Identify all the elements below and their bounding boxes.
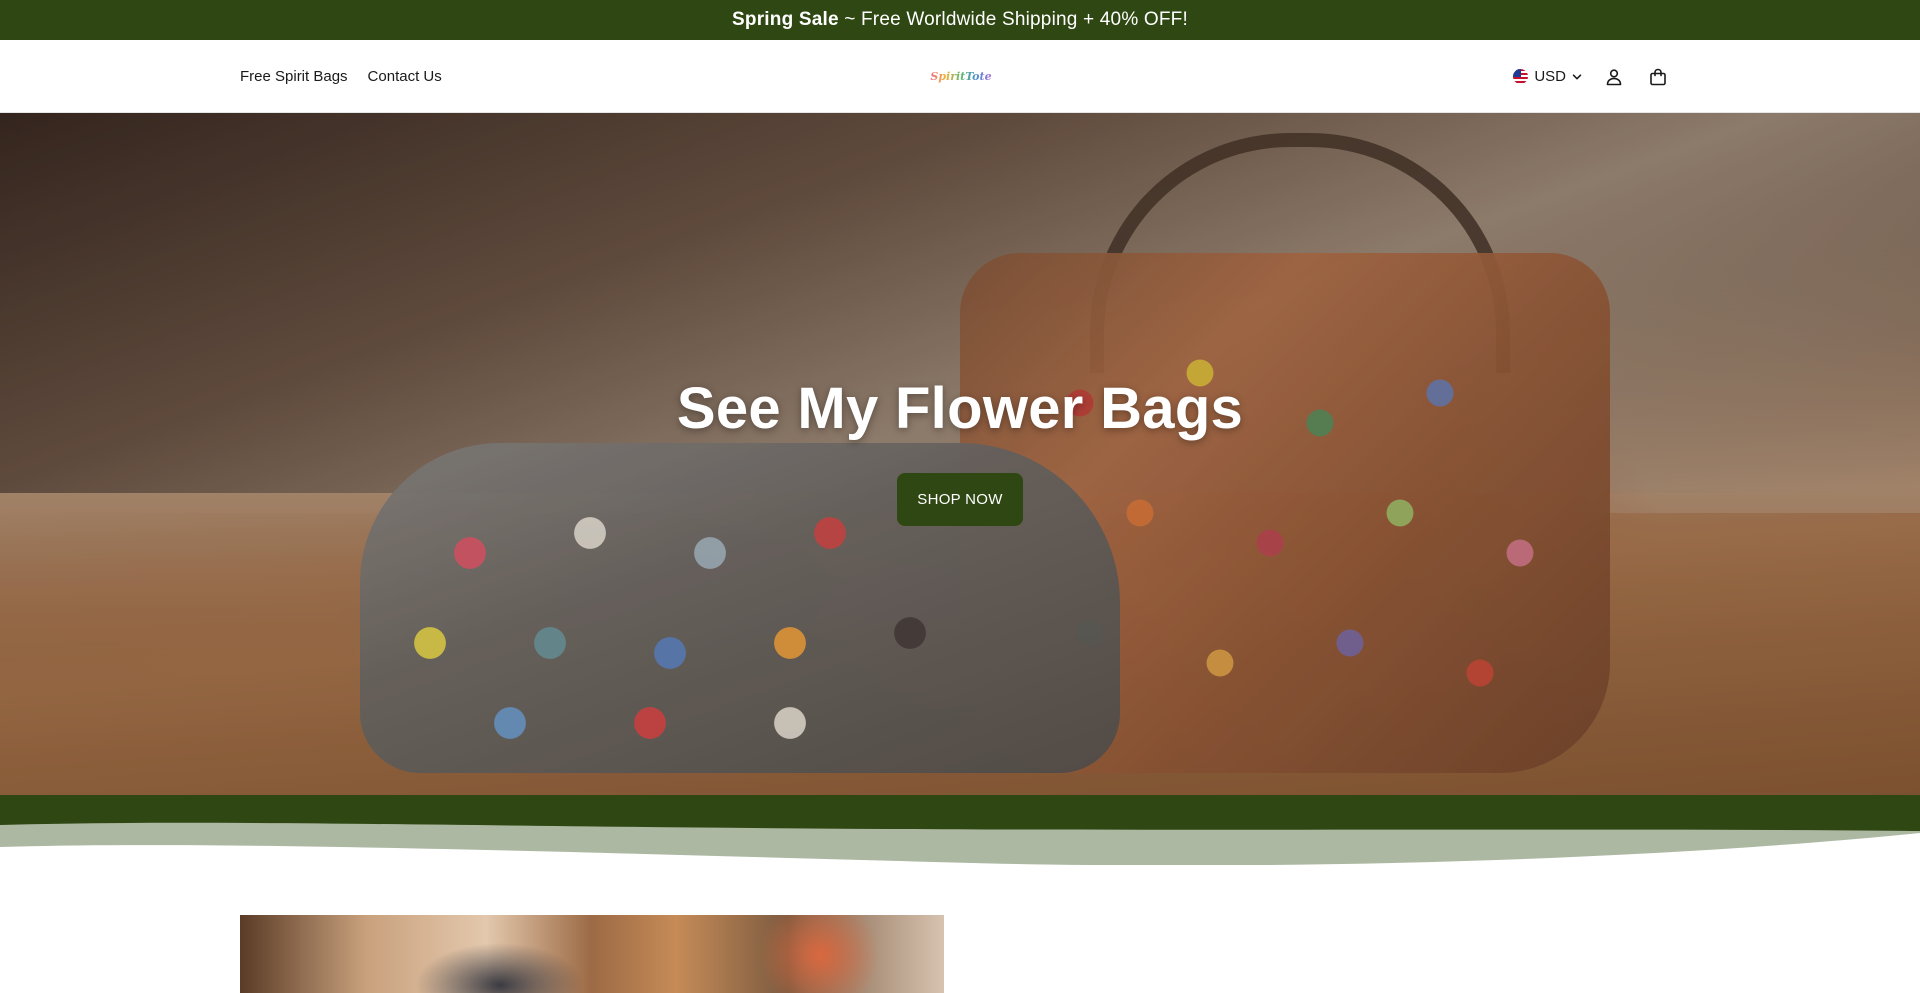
account-button[interactable] xyxy=(1602,65,1626,89)
shop-now-button[interactable]: SHOP NOW xyxy=(897,473,1023,526)
hero-banner: See My Flower Bags SHOP NOW xyxy=(0,113,1920,795)
cart-icon xyxy=(1650,68,1666,85)
header-actions: USD xyxy=(1513,40,1670,113)
featured-product-image xyxy=(240,915,944,993)
wave-divider xyxy=(0,795,1920,865)
logo-text: SpiritTote xyxy=(930,69,992,83)
announcement-bold: Spring Sale xyxy=(732,9,839,30)
hero-title: See My Flower Bags xyxy=(676,376,1244,441)
currency-selector[interactable]: USD xyxy=(1513,68,1582,85)
currency-label: USD xyxy=(1534,68,1566,85)
cart-button[interactable] xyxy=(1646,65,1670,89)
site-header: Free Spirit Bags Contact Us SpiritTote U… xyxy=(0,40,1920,113)
announcement-bar: Spring Sale ~ Free Worldwide Shipping + … xyxy=(0,0,1920,40)
main-nav: Free Spirit Bags Contact Us xyxy=(240,40,442,113)
nav-free-spirit-bags[interactable]: Free Spirit Bags xyxy=(240,68,348,85)
announcement-text: ~ Free Worldwide Shipping + 40% OFF! xyxy=(838,9,1188,30)
site-logo[interactable]: SpiritTote xyxy=(930,62,991,90)
us-flag-icon xyxy=(1513,69,1529,84)
account-icon xyxy=(1606,68,1622,85)
chevron-down-icon xyxy=(1572,73,1582,79)
hero-content: See My Flower Bags SHOP NOW xyxy=(0,113,1920,795)
nav-contact-us[interactable]: Contact Us xyxy=(368,68,442,85)
